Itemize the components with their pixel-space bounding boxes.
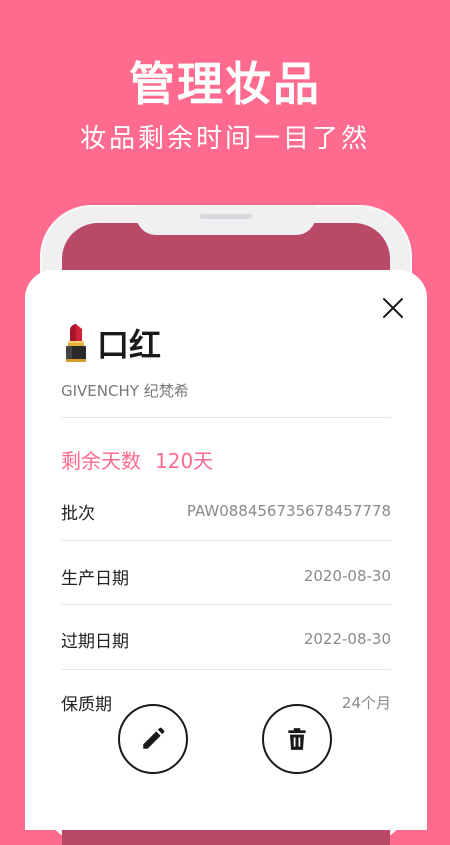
field-label: 批次 (61, 503, 95, 524)
lipstick-icon (66, 324, 86, 362)
divider (61, 417, 391, 418)
edit-button[interactable] (118, 704, 188, 774)
phone-notch (136, 205, 316, 235)
hero-title: 管理妆品 (129, 57, 321, 111)
field-label: 过期日期 (61, 631, 129, 652)
field-value: 2022-08-30 (303, 630, 391, 648)
field-value: 24个月 (341, 693, 391, 712)
brand-name: GIVENCHY 纪梵希 (61, 382, 189, 400)
product-title: 口红 (97, 326, 162, 364)
field-label: 生产日期 (61, 568, 129, 589)
field-row-expiry-date: 过期日期 2022-08-30 (61, 624, 391, 654)
phone-speaker (200, 214, 252, 219)
divider (61, 540, 391, 541)
field-value: 2020-08-30 (303, 567, 391, 585)
divider (61, 669, 391, 670)
remaining-label: 剩余天数 (61, 449, 141, 473)
field-row-batch: 批次 PAW088456735678457778 (61, 496, 391, 526)
divider (61, 604, 391, 605)
product-detail-card: 口红 GIVENCHY 纪梵希 剩余天数 120天 批次 PAW088456735… (25, 270, 427, 830)
remaining-value: 120天 (155, 449, 214, 473)
field-row-shelf-life: 保质期 24个月 (61, 687, 391, 717)
product-title-row: 口红 (61, 320, 161, 366)
close-icon[interactable] (381, 296, 405, 320)
hero-subtitle: 妆品剩余时间一目了然 (79, 124, 370, 154)
trash-icon (288, 728, 306, 750)
field-label: 保质期 (61, 694, 112, 715)
delete-button[interactable] (262, 704, 332, 774)
field-row-production-date: 生产日期 2020-08-30 (61, 561, 391, 591)
field-value: PAW088456735678457778 (186, 502, 391, 520)
pencil-icon (143, 727, 165, 749)
remaining-days: 剩余天数 120天 (61, 445, 213, 474)
